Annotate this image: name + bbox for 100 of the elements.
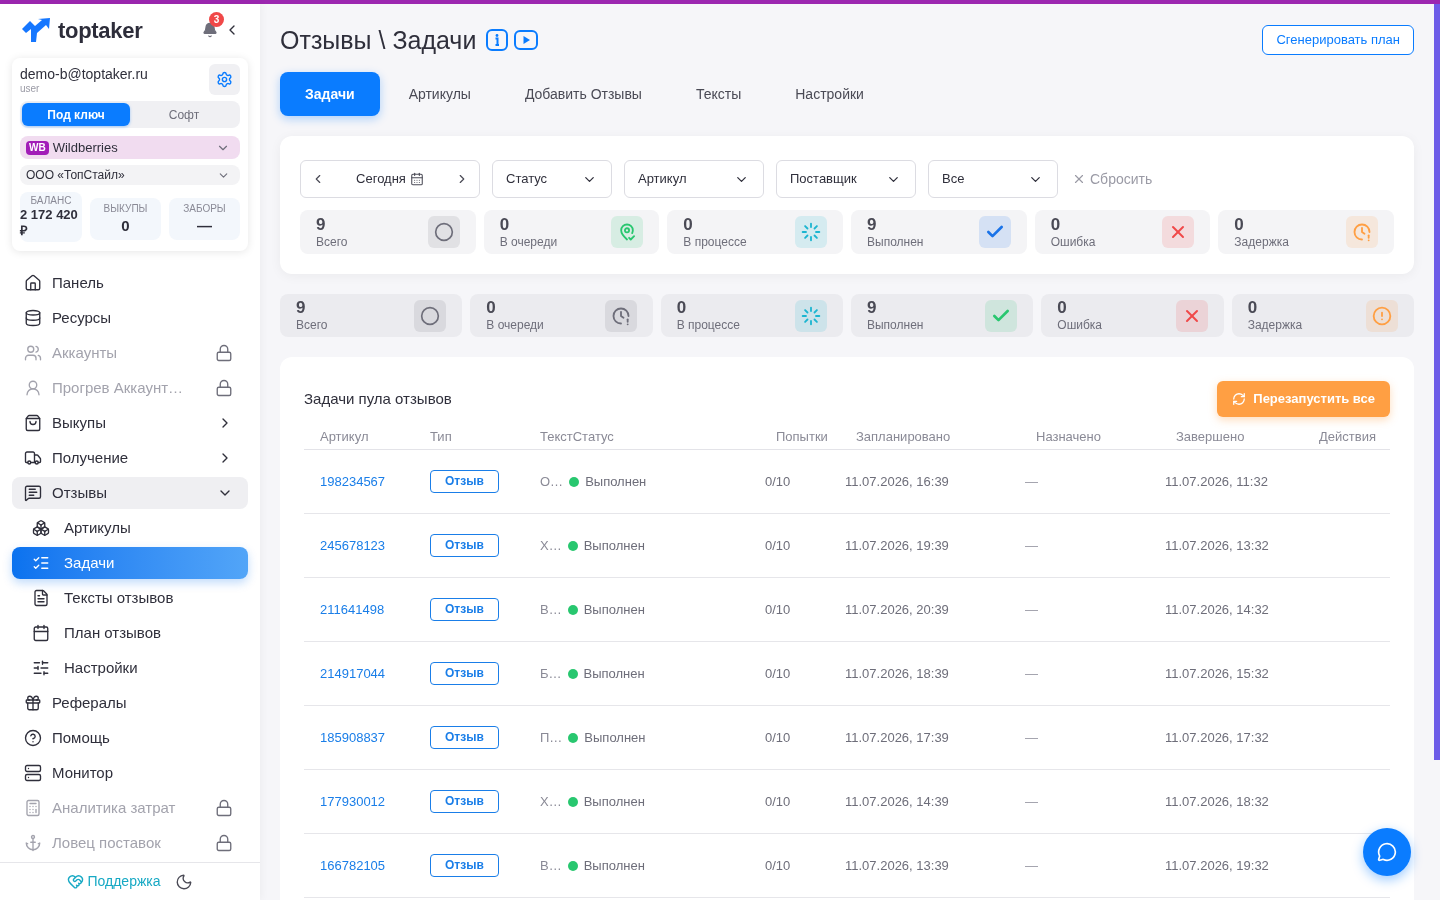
type-badge: Отзыв xyxy=(430,790,499,813)
sidebar-item[interactable]: Настройки xyxy=(12,652,248,684)
lock-icon xyxy=(215,834,233,852)
stat-label: В процессе xyxy=(683,234,747,250)
sidebar-item[interactable]: План отзывов xyxy=(12,617,248,649)
page-title: Отзывы \ Задачи xyxy=(280,25,477,55)
table-cell: — xyxy=(1025,537,1038,553)
table-cell: 11.07.2026, 19:32 xyxy=(1165,857,1269,873)
stat-value: 0 xyxy=(121,217,130,235)
panel-title: Задачи пула отзывов xyxy=(304,388,452,409)
article-link[interactable]: 166782105 xyxy=(320,857,386,873)
sidebar-item[interactable]: Получение xyxy=(12,442,248,474)
table-cell: — xyxy=(1025,729,1038,745)
status-text: Выполнен xyxy=(585,472,647,491)
gift-icon xyxy=(24,694,42,712)
stat-value: — xyxy=(197,217,212,235)
table-cell: 11.07.2026, 11:32 xyxy=(1165,473,1268,489)
sliders-icon xyxy=(32,659,50,677)
table-cell: — xyxy=(1025,857,1038,873)
article-link[interactable]: 214917044 xyxy=(320,665,386,681)
filter-select[interactable]: Артикул xyxy=(624,160,764,198)
sidebar-item[interactable]: Отзывы xyxy=(12,477,248,509)
table-cell-text: Х… xyxy=(540,536,562,555)
table-cell-text: О… xyxy=(540,472,564,491)
sidebar-item[interactable]: Панель xyxy=(12,267,248,299)
status-text: Выполнен xyxy=(583,664,645,683)
filter-select[interactable]: Поставщик xyxy=(776,160,916,198)
stat-value: 0 xyxy=(1234,214,1244,235)
article-link[interactable]: 177930012 xyxy=(320,793,386,809)
stat-label: Всего xyxy=(296,318,328,333)
play-icon[interactable] xyxy=(514,30,539,50)
moon-icon[interactable] xyxy=(174,872,193,891)
status-text: Выполнен xyxy=(583,600,645,619)
column-header: Назначено xyxy=(1036,429,1101,444)
article-link[interactable]: 198234567 xyxy=(320,473,386,489)
tab[interactable]: Задачи xyxy=(280,72,380,116)
article-link[interactable]: 245678123 xyxy=(320,537,386,553)
message-icon xyxy=(24,484,42,502)
article-link[interactable]: 185908837 xyxy=(320,729,386,745)
stat-value: 9 xyxy=(296,298,306,318)
table-cell: 0/10 xyxy=(765,793,791,809)
scrollbar-thumb[interactable] xyxy=(1434,4,1440,760)
sidebar-item[interactable]: Артикулы xyxy=(12,512,248,544)
filter-select[interactable]: Все xyxy=(928,160,1058,198)
stat-value: 0 xyxy=(1247,298,1258,318)
stat-label: Всего xyxy=(316,234,348,250)
filter-select[interactable]: Статус xyxy=(492,160,612,198)
boxes-icon xyxy=(32,519,50,537)
checklist-icon xyxy=(32,554,50,572)
stat-label: В процессе xyxy=(676,318,740,333)
calculator-icon xyxy=(24,799,42,817)
table-cell: 0/10 xyxy=(765,665,791,681)
type-badge: Отзыв xyxy=(430,662,499,685)
bell-icon[interactable] xyxy=(202,22,218,38)
table-cell: 11.07.2026, 14:39 xyxy=(845,793,949,809)
tab[interactable]: Добавить Отзывы xyxy=(499,72,667,116)
sidebar-item[interactable]: Выкупы xyxy=(12,407,248,439)
sidebar-item[interactable]: Задачи xyxy=(12,547,248,579)
sidebar-item[interactable]: Монитор xyxy=(12,757,248,789)
date-label[interactable]: Сегодня xyxy=(356,169,424,189)
tab[interactable]: Настройки xyxy=(770,72,889,116)
sidebar-item[interactable]: Помощь xyxy=(12,722,248,754)
stat-value: 0 xyxy=(499,214,510,235)
column-header: Статус xyxy=(572,429,614,446)
stat-label: В очереди xyxy=(499,234,558,250)
table-cell: 11.07.2026, 13:32 xyxy=(1165,537,1269,553)
stat-value: 9 xyxy=(316,214,326,235)
organization-select[interactable]: ООО «ТопСтайл» xyxy=(20,165,240,185)
sidebar-item[interactable]: Ресурсы xyxy=(12,302,248,334)
table-cell: 0/10 xyxy=(765,857,791,873)
sidebar-item[interactable]: Тексты отзывов xyxy=(12,582,248,614)
mode-tab[interactable]: Софт xyxy=(130,103,238,126)
mode-tab[interactable]: Под ключ xyxy=(22,103,130,126)
refresh-icon xyxy=(1232,392,1247,406)
column-header: Завершено xyxy=(1176,429,1245,444)
lock-icon xyxy=(215,379,233,397)
settings-button[interactable] xyxy=(209,64,240,95)
table-cell-text: Б… xyxy=(540,664,562,683)
sidebar-item[interactable]: Рефералы xyxy=(12,687,248,719)
truck-icon xyxy=(24,449,42,467)
column-header: Запланировано xyxy=(856,429,951,444)
stat-value: 0 xyxy=(1057,298,1067,318)
document-icon xyxy=(32,589,50,607)
stat-label: Задержка xyxy=(1234,234,1289,250)
marketplace-select[interactable]: WB Wildberries xyxy=(20,136,240,159)
type-badge: Отзыв xyxy=(430,598,499,621)
status-text: Выполнен xyxy=(583,536,645,555)
tab[interactable]: Тексты xyxy=(670,72,767,116)
chat-icon xyxy=(1377,842,1397,862)
stat-label: Ошибка xyxy=(1057,318,1103,333)
stat-value: 0 xyxy=(486,298,496,318)
generate-plan-button[interactable]: Сгенерировать план xyxy=(1262,25,1414,55)
stat-value: 9 xyxy=(867,298,877,318)
tab[interactable]: Артикулы xyxy=(383,72,496,116)
column-header: Артикул xyxy=(320,429,369,444)
stat-value: 0 xyxy=(1050,214,1061,235)
article-link[interactable]: 211641498 xyxy=(320,601,385,617)
type-badge: Отзыв xyxy=(430,534,499,557)
lock-icon xyxy=(215,799,233,817)
info-icon[interactable] xyxy=(486,29,509,51)
